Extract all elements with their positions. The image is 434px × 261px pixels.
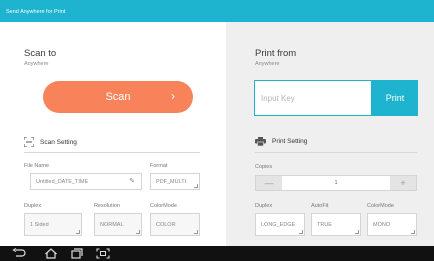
print-colormode-field[interactable]: MONO (367, 213, 417, 236)
scan-setting-title: Scan Setting (40, 138, 77, 146)
print-setting-divider (255, 152, 417, 153)
copies-increment-button[interactable]: + (390, 176, 416, 190)
format-field[interactable]: PDF_MULTI (150, 173, 200, 190)
recent-apps-icon[interactable] (70, 248, 84, 259)
key-input[interactable]: Input Key (254, 80, 372, 116)
file-name-value: Untitled_DATE_TIME (36, 178, 89, 185)
chevron-right-icon: › (171, 89, 175, 103)
print-button[interactable]: Print (372, 80, 418, 116)
scan-frame-icon (24, 137, 34, 147)
format-value: PDF_MULTI (156, 178, 187, 185)
resize-handle-icon (136, 230, 140, 234)
scan-duplex-value: 1 Sided (30, 221, 49, 228)
resize-handle-icon (355, 230, 359, 234)
print-setting-header: Print Setting (255, 137, 307, 146)
resize-handle-icon (411, 230, 415, 234)
scan-title: Scan to (24, 48, 57, 59)
print-duplex-value: LONG_EDGE (261, 221, 296, 228)
printer-icon (255, 137, 266, 146)
scan-colormode-value: COLOR (156, 221, 176, 228)
resize-handle-icon (76, 230, 80, 234)
scan-panel: Scan to Anywhere Scan › Scan Setting Fil… (0, 22, 226, 246)
print-duplex-field[interactable]: LONG_EDGE (255, 213, 305, 236)
back-icon[interactable] (12, 248, 26, 259)
print-panel: Print from Anywhere Input Key Print Prin… (226, 22, 434, 246)
print-title: Print from (255, 48, 297, 59)
app-title-bar: Send Anywhere for Print (0, 0, 434, 22)
print-colormode-value: MONO (373, 221, 391, 228)
resolution-label: Resolution (94, 203, 120, 209)
scan-setting-divider (24, 152, 200, 153)
scan-button[interactable]: Scan › (43, 81, 193, 113)
autofit-label: AutoFit (311, 203, 329, 209)
print-button-label: Print (385, 93, 405, 103)
app-title: Send Anywhere for Print (6, 9, 66, 15)
scan-subtitle: Anywhere (24, 61, 49, 67)
print-setting-title: Print Setting (272, 138, 308, 145)
scan-setting-header: Scan Setting (24, 137, 77, 147)
home-icon[interactable] (44, 248, 58, 259)
scan-duplex-label: Duplex (24, 203, 42, 209)
copies-stepper: — 1 + (255, 175, 417, 191)
print-subtitle: Anywhere (255, 61, 280, 67)
file-name-label: File Name (24, 163, 50, 169)
resolution-value: NORMAL (100, 221, 124, 228)
scan-colormode-label: ColorMode (150, 203, 177, 209)
screenshot-icon[interactable] (96, 248, 110, 259)
print-duplex-label: Duplex (255, 203, 273, 209)
scan-button-label: Scan (105, 91, 131, 103)
edit-pencil-icon[interactable]: ✎ (129, 177, 135, 185)
print-colormode-label: ColorMode (367, 203, 394, 209)
file-name-field[interactable]: Untitled_DATE_TIME ✎ (30, 173, 142, 190)
scan-colormode-field[interactable]: COLOR (150, 213, 200, 236)
resize-handle-icon (194, 184, 198, 188)
scan-duplex-field[interactable]: 1 Sided (24, 213, 82, 236)
resize-handle-icon (194, 230, 198, 234)
key-input-placeholder: Input Key (261, 93, 295, 103)
autofit-value: TRUE (317, 221, 332, 228)
resolution-field[interactable]: NORMAL (94, 213, 142, 236)
copies-label: Copies (255, 164, 273, 170)
autofit-field[interactable]: TRUE (311, 213, 361, 236)
copies-decrement-button[interactable]: — (256, 176, 282, 190)
format-label: Format (150, 163, 168, 169)
copies-value: 1 (334, 180, 338, 186)
system-nav-bar (0, 246, 434, 261)
resize-handle-icon (299, 230, 303, 234)
